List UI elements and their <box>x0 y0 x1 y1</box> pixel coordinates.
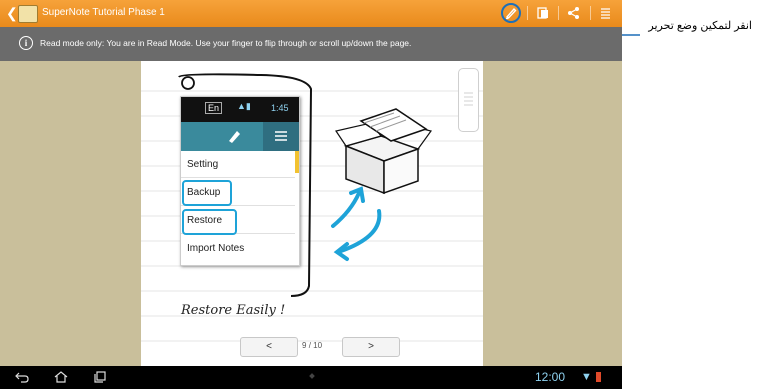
annotation-text: انقر لتمكين وضع تحرير <box>648 20 752 32</box>
backup-box-drawing <box>335 108 433 195</box>
app-title: SuperNote Tutorial Phase 1 <box>42 7 165 18</box>
back-chevron-icon[interactable]: ❮ <box>6 5 18 22</box>
toolbar-divider <box>558 6 559 20</box>
phone-status-bar: En ▲▮ 1:45 <box>181 97 299 122</box>
toolbar-divider <box>590 6 591 20</box>
wifi-icon: ▼ <box>581 371 592 383</box>
current-page: 9 <box>302 341 307 350</box>
total-pages: 10 <box>313 341 323 350</box>
backup-highlight <box>182 180 232 206</box>
language-indicator: En <box>205 102 223 114</box>
home-icon[interactable] <box>53 370 69 387</box>
system-clock: 12:00 <box>535 370 566 384</box>
nav-dot <box>309 373 315 379</box>
handwritten-caption: Restore Easily ! <box>181 303 286 318</box>
edit-mode-highlight-circle <box>501 3 521 23</box>
phone-dropdown-menu: Setting Backup Restore Import Notes <box>181 151 299 265</box>
next-page-button[interactable]: > <box>342 337 400 357</box>
page-navigator: < 9 / 10 > <box>240 337 400 357</box>
page-indicator: 9 / 10 <box>302 341 322 350</box>
phone-time: 1:45 <box>271 103 289 113</box>
phone-accent-strip <box>295 151 299 173</box>
read-mode-info-bar: i Read mode only: You are in Read Mode. … <box>0 27 622 61</box>
annotation-area: انقر لتمكين وضع تحرير <box>622 0 759 389</box>
page-separator: / <box>308 341 311 350</box>
previous-page-button[interactable]: < <box>240 337 298 357</box>
phone-action-bar <box>181 122 299 151</box>
page-scrollbar[interactable] <box>458 68 479 132</box>
restore-highlight <box>182 209 237 235</box>
toolbar-divider <box>527 6 528 20</box>
copy-pages-icon[interactable] <box>534 4 552 22</box>
annotation-leader-line <box>622 34 640 36</box>
battery-icon <box>596 372 601 382</box>
pen-icon <box>229 131 240 143</box>
recent-apps-icon[interactable] <box>92 370 108 387</box>
read-mode-message: Read mode only: You are in Read Mode. Us… <box>40 38 412 48</box>
tablet-screen: ❮ SuperNote Tutorial Phase 1 i Read mode… <box>0 0 622 389</box>
menu-icon[interactable] <box>597 4 615 22</box>
supernote-app-icon[interactable] <box>18 5 38 23</box>
scroll-grip-icon <box>464 92 473 106</box>
phone-menu-icon <box>275 131 287 141</box>
back-icon[interactable] <box>14 370 30 387</box>
info-icon: i <box>19 36 33 50</box>
menu-item-setting: Setting <box>181 151 295 178</box>
system-navigation-bar: 12:00 ▼ <box>0 366 622 389</box>
wifi-signal-icon: ▲▮ <box>237 101 251 111</box>
share-icon[interactable] <box>565 4 583 22</box>
menu-item-import-notes: Import Notes <box>187 243 245 254</box>
phone-menu-button <box>263 122 299 151</box>
action-bar: ❮ SuperNote Tutorial Phase 1 <box>0 0 622 27</box>
